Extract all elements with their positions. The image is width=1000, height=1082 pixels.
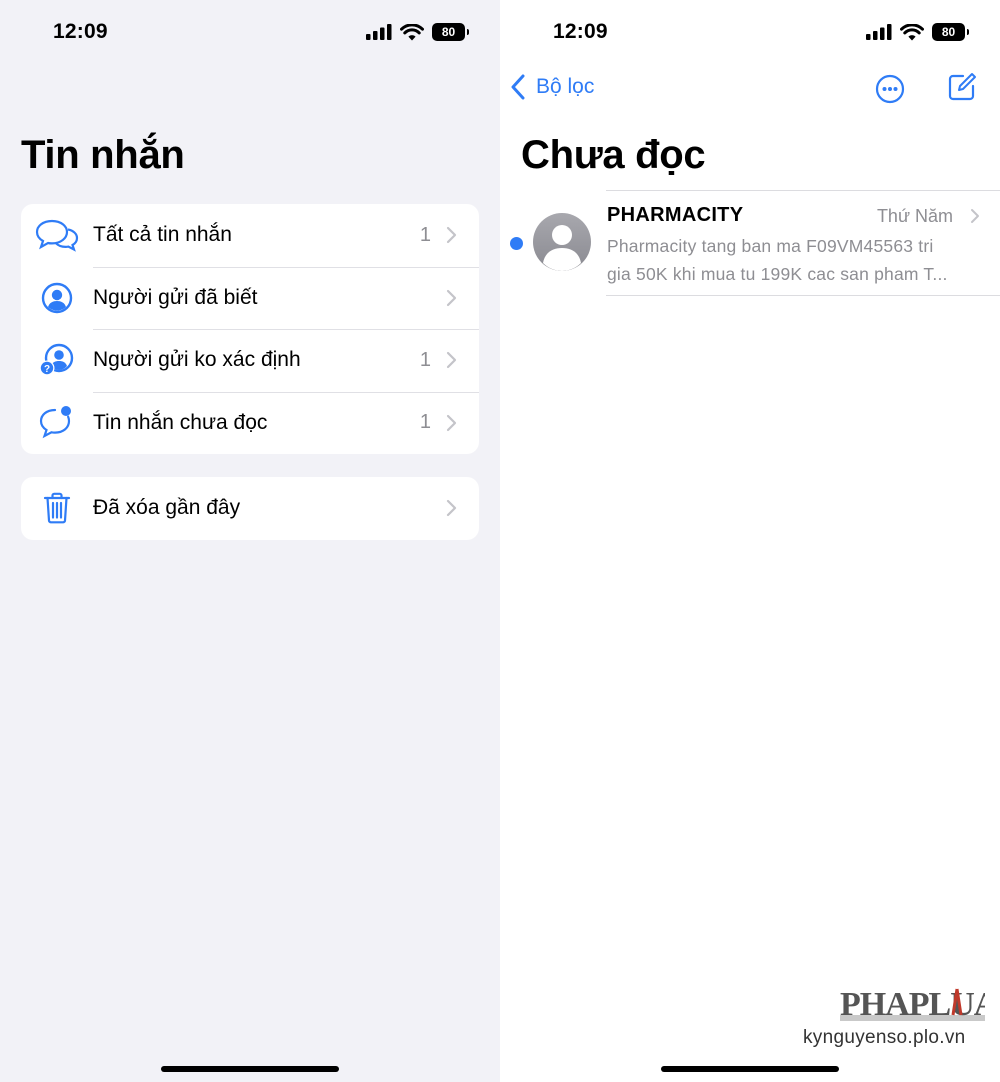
filter-row-known-senders[interactable]: Người gửi đã biết xyxy=(21,266,479,330)
filters-screen: 12:09 80 Tin nhắn Tất cả tin nhắn 1 Ngườ… xyxy=(0,0,500,1082)
two-chat-bubbles-icon xyxy=(35,215,79,255)
filter-row-unknown-senders[interactable]: ? Người gửi ko xác định 1 xyxy=(21,329,479,392)
filter-label: Tất cả tin nhắn xyxy=(93,223,232,247)
unread-messages-screen: 12:09 80 Bộ lọc Chưa đọc PHARMACITY Thứ … xyxy=(500,0,1000,1082)
divider xyxy=(606,295,1000,296)
filter-label: Người gửi đã biết xyxy=(93,285,258,309)
filter-count: 1 xyxy=(419,223,431,246)
status-time: 12:09 xyxy=(553,20,608,43)
message-date: Thứ Năm xyxy=(876,206,953,226)
recently-deleted-row[interactable]: Đã xóa gần đây xyxy=(21,477,479,540)
status-time: 12:09 xyxy=(53,20,108,43)
filter-row-unread[interactable]: Tin nhắn chưa đọc 1 xyxy=(21,391,479,455)
message-preview: Pharmacity tang ban ma F09VM45563 tri gi… xyxy=(607,232,983,288)
chevron-right-icon xyxy=(971,209,979,223)
svg-text:?: ? xyxy=(44,364,50,375)
watermark-site: kynguyenso.plo.vn xyxy=(803,1027,966,1048)
page-title: Tin nhắn xyxy=(21,133,185,177)
compose-icon[interactable] xyxy=(947,72,977,102)
chevron-right-icon xyxy=(446,289,457,306)
filter-count: 1 xyxy=(419,348,431,371)
filter-label: Đã xóa gần đây xyxy=(93,496,241,520)
chevron-right-icon xyxy=(446,500,457,517)
battery-indicator: 80 xyxy=(932,23,969,41)
person-silhouette-icon xyxy=(543,225,581,271)
chevron-left-icon xyxy=(511,74,525,100)
filter-list: Tất cả tin nhắn 1 Người gửi đã biết ? Ng… xyxy=(21,204,479,454)
unread-indicator xyxy=(510,237,523,250)
wifi-icon xyxy=(900,23,924,40)
chevron-right-icon xyxy=(446,352,457,369)
home-indicator[interactable] xyxy=(661,1066,839,1072)
chevron-right-icon xyxy=(446,414,457,431)
more-options-icon[interactable] xyxy=(875,74,905,104)
divider xyxy=(606,190,1000,191)
watermark-logo: PHAPLUAT xyxy=(840,986,985,1023)
svg-text:PHAPLUAT: PHAPLUAT xyxy=(840,986,985,1023)
cellular-signal-icon xyxy=(366,24,392,40)
status-icons: 80 xyxy=(366,23,469,41)
filter-label: Người gửi ko xác định xyxy=(93,348,301,372)
status-icons: 80 xyxy=(866,23,969,41)
sender-name: PHARMACITY xyxy=(607,204,744,226)
recently-deleted-list: Đã xóa gần đây xyxy=(21,477,479,540)
back-button-label: Bộ lọc xyxy=(536,75,595,98)
home-indicator[interactable] xyxy=(161,1066,339,1072)
filter-count: 1 xyxy=(419,411,431,434)
chat-bubble-badge-icon xyxy=(35,403,79,443)
message-preview-line: gia 50K khi mua tu 199K cac san pham T..… xyxy=(607,264,948,284)
page-title: Chưa đọc xyxy=(521,133,706,177)
cellular-signal-icon xyxy=(866,24,892,40)
trash-icon xyxy=(35,488,79,528)
avatar xyxy=(533,213,591,271)
back-button[interactable]: Bộ lọc xyxy=(510,74,594,100)
wifi-icon xyxy=(400,23,424,40)
filter-row-all-messages[interactable]: Tất cả tin nhắn 1 xyxy=(21,204,479,267)
person-circle-icon xyxy=(35,278,79,318)
person-question-icon: ? xyxy=(35,340,79,380)
chevron-right-icon xyxy=(446,227,457,244)
message-preview-line: Pharmacity tang ban ma F09VM45563 tri xyxy=(607,236,934,256)
battery-indicator: 80 xyxy=(432,23,469,41)
filter-label: Tin nhắn chưa đọc xyxy=(93,410,268,434)
